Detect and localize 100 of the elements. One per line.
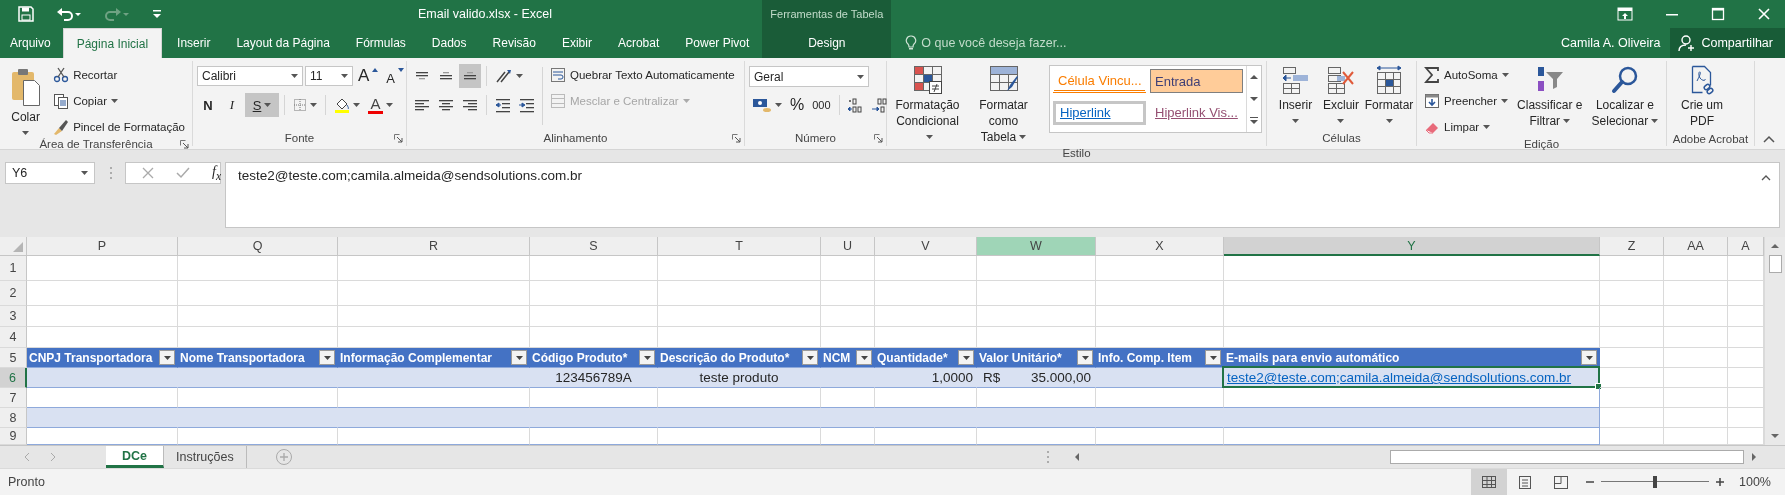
ribbon-tab[interactable]: Arquivo [2,28,59,58]
row-header[interactable]: 4 [0,327,27,348]
name-box[interactable]: Y6 [5,162,95,184]
create-pdf-button[interactable]: Crie um PDF [1671,63,1733,131]
copy-button[interactable]: Copiar [50,89,188,112]
cut-button[interactable]: Recortar [50,63,188,86]
zoom-slider-thumb[interactable] [1653,476,1657,488]
row-header[interactable]: 1 [0,256,27,281]
insert-function-button[interactable]: f$_{x}$ [212,163,222,183]
share-button[interactable]: Compartilhar [1670,28,1785,58]
formula-field[interactable]: teste2@teste.com;camila.almeida@sendsolutions.com.br [225,162,1780,228]
ribbon-tab[interactable]: Revisão [479,28,549,58]
filter-button[interactable] [802,350,818,365]
cell-style-item[interactable]: Entrada [1150,69,1243,93]
row-header[interactable]: 5 [0,348,27,368]
font-name-dropdown[interactable]: Calibri [197,66,303,86]
format-button[interactable]: Formatar [1366,63,1412,125]
undo-icon[interactable] [56,6,82,22]
dialog-launcher-icon[interactable] [180,139,189,149]
row-header[interactable]: 8 [0,408,27,428]
ribbon-tab[interactable]: Acrobat [604,28,673,58]
sheet-tab[interactable]: DCe [106,446,164,468]
ribbon-tab[interactable]: Inserir [164,28,224,58]
column-header[interactable]: W [977,237,1096,256]
collapse-formula-icon[interactable] [1761,174,1771,181]
shrink-font-button[interactable]: A [383,64,407,88]
cell-style-item[interactable]: Hiperlink Vis... [1150,100,1243,125]
grow-font-button[interactable]: A [355,64,382,88]
row-header[interactable]: 2 [0,281,27,306]
italic-button[interactable]: I [221,93,243,117]
scrollbar-thumb[interactable] [1768,255,1782,273]
row-header[interactable]: 3 [0,306,27,327]
row-header[interactable]: 9 [0,428,27,445]
filter-button[interactable] [1077,350,1093,365]
column-header[interactable]: S [530,237,658,256]
zoom-level[interactable]: 100% [1731,475,1785,489]
check-icon[interactable] [176,167,190,179]
column-header[interactable]: Y [1224,237,1600,256]
wrap-text-button[interactable]: Quebrar Texto Automaticamente [547,63,738,86]
fill-button[interactable]: Preencher [1421,89,1512,112]
filter-button[interactable] [958,350,974,365]
vertical-scrollbar[interactable] [1764,237,1785,445]
fill-handle[interactable] [1595,383,1602,390]
insert-button[interactable]: Inserir [1275,63,1316,125]
dialog-launcher-icon[interactable] [732,133,741,143]
column-header[interactable]: Q [178,237,338,256]
collapse-ribbon-icon[interactable] [1763,135,1775,143]
close-icon[interactable] [1757,7,1771,21]
font-size-dropdown[interactable]: 11 [305,66,353,86]
column-header[interactable]: AA [1664,237,1728,256]
view-button[interactable] [1471,469,1507,495]
save-icon[interactable] [18,6,34,22]
row-header[interactable]: 6 [0,368,27,388]
font-color-button[interactable]: A [365,93,396,117]
filter-button[interactable] [159,350,175,365]
conditional-formatting-button[interactable]: Formatação Condicional [891,63,964,147]
filter-button[interactable] [1581,350,1597,365]
format-painter-button[interactable]: Pincel de Formatação [50,115,188,138]
ribbon-tab[interactable]: Power Pivot [672,28,763,58]
email-link[interactable]: teste2@teste.com;camila.almeida@sendsolutions.com.br [1227,370,1572,385]
underline-button[interactable]: S [245,93,279,117]
dialog-launcher-icon[interactable] [394,133,403,143]
column-header[interactable]: P [27,237,178,256]
format-as-table-button[interactable]: Formatar como Tabela [967,63,1040,147]
tell-me-field[interactable]: O que você deseja fazer... [921,36,1102,50]
zoom-slider[interactable] [1601,475,1709,489]
row-header[interactable]: 7 [0,388,27,408]
scrollbar-thumb[interactable] [1390,450,1744,464]
filter-button[interactable] [511,350,527,365]
column-header[interactable]: Z [1600,237,1664,256]
column-header[interactable]: R [338,237,530,256]
paste-button[interactable]: Colar [4,63,48,137]
bold-button[interactable]: N [197,93,219,117]
filter-button[interactable] [319,350,335,365]
find-select-button[interactable]: Localizar e Selecionar [1587,63,1662,131]
delete-button[interactable]: Excluir [1320,63,1362,125]
zoom-in-icon[interactable] [1715,477,1725,487]
dialog-launcher-icon[interactable] [874,133,883,143]
customize-icon[interactable] [152,9,162,19]
filter-button[interactable] [856,350,872,365]
ribbon-tab[interactable]: Fórmulas [342,28,419,58]
clear-button[interactable]: Limpar [1421,115,1512,138]
ribbon-tab[interactable]: Página Inicial [62,28,163,58]
maximize-icon[interactable] [1711,7,1725,21]
cell-style-item[interactable]: Hiperlink [1053,100,1146,125]
filter-button[interactable] [1205,350,1221,365]
thousands-button[interactable]: 000 [809,93,834,117]
autosum-button[interactable]: AutoSoma [1421,63,1512,86]
align-bottom-button[interactable] [459,64,481,88]
column-header[interactable]: T [658,237,821,256]
column-header[interactable]: U [821,237,875,256]
filter-button[interactable] [639,350,655,365]
ribbon-tab[interactable]: Design [798,28,856,58]
ribbon-display-icon[interactable] [1617,7,1633,21]
ribbon-tab[interactable]: Exibir [548,28,605,58]
ribbon-tab[interactable]: Dados [418,28,480,58]
sort-filter-button[interactable]: Classificar e Filtrar [1512,63,1587,131]
ribbon-tab[interactable]: Layout da Página [223,28,343,58]
percent-button[interactable]: % [787,93,808,117]
number-format-dropdown[interactable]: Geral [749,66,869,87]
